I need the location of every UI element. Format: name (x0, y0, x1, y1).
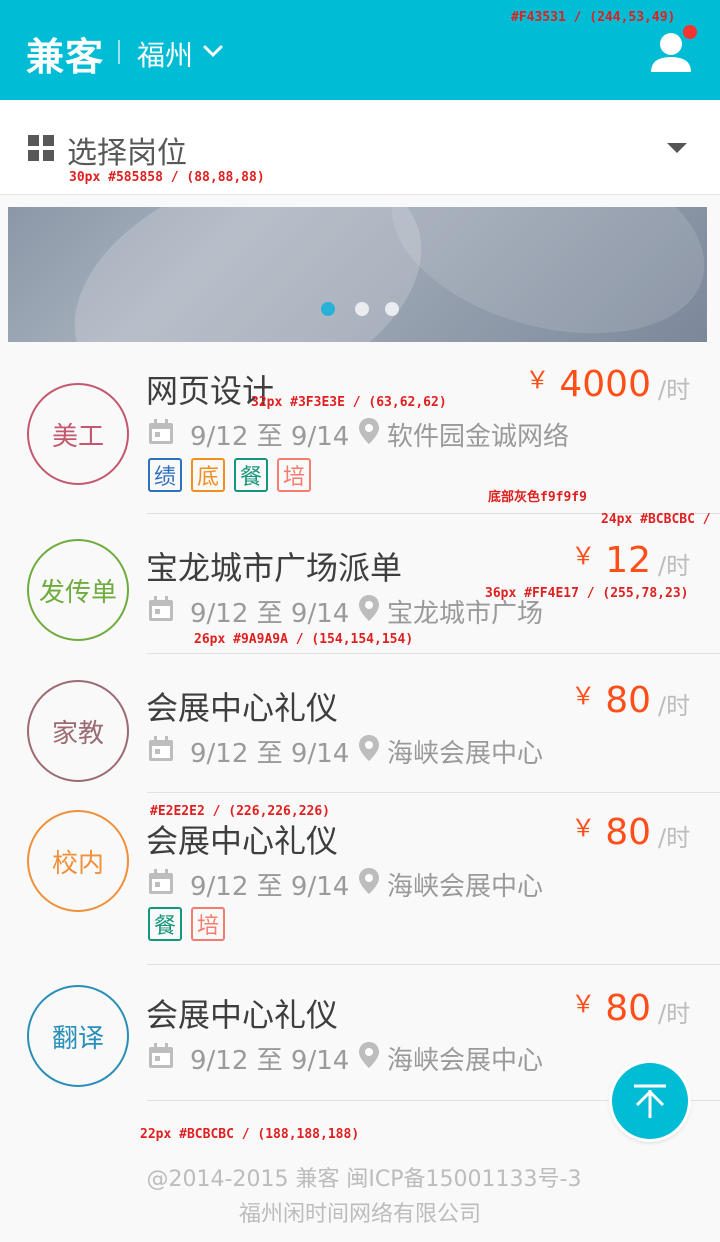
divider-spec: #E2E2E2 / (226,226,226) (150, 804, 331, 819)
footer-spec: 22px #BCBCBC / (188,188,188) (140, 1127, 360, 1142)
job-tag: 培 (277, 458, 311, 492)
price-value: 12 (605, 540, 651, 581)
arrow-up-icon (634, 1084, 666, 1118)
divider (147, 653, 720, 654)
carousel-dot[interactable] (355, 302, 369, 316)
price-value: 4000 (559, 364, 651, 405)
divider (147, 792, 720, 793)
job-title: 宝龙城市广场派单 (146, 549, 403, 587)
price-value: 80 (605, 680, 651, 721)
category-badge: 家教 (27, 680, 129, 782)
job-location: 海峡会展中心 (387, 1046, 544, 1076)
footer-copyright: @2014-2015 兼客 闽ICP备15001133号-3 (146, 1167, 582, 1192)
color-annotation: #F43531 / (244,53,49) (511, 10, 676, 25)
header-divider (118, 40, 120, 64)
banner-carousel[interactable] (8, 207, 707, 342)
job-price: ￥ 12 (571, 540, 651, 581)
selector-label: 选择岗位 (67, 136, 187, 171)
calendar-icon (149, 869, 173, 894)
job-title: 会展中心礼仪 (146, 689, 339, 727)
job-price: ￥ 80 (571, 680, 651, 721)
price-unit: /时 (658, 824, 691, 852)
city-selector[interactable]: 福州 (137, 34, 193, 74)
job-location: 软件园金诚网络 (387, 422, 570, 452)
category-badge: 校内 (27, 810, 129, 912)
selector-spec: 30px #585858 / (88,88,88) (69, 170, 265, 185)
job-title: 会展中心礼仪 (146, 822, 339, 860)
location-pin-icon (359, 735, 379, 761)
dropdown-triangle-icon[interactable] (667, 143, 687, 153)
location-pin-icon (359, 1042, 379, 1068)
carousel-dot[interactable] (385, 302, 399, 316)
job-price: ￥ 80 (571, 812, 651, 853)
job-location: 海峡会展中心 (387, 872, 544, 902)
price-spec: 36px #FF4E17 / (255,78,23) (485, 586, 689, 601)
calendar-icon (149, 596, 173, 621)
calendar-icon (149, 736, 173, 761)
price-unit: /时 (658, 552, 691, 580)
bg-spec: 底部灰色f9f9f9 (488, 490, 587, 505)
job-tag: 餐 (234, 458, 268, 492)
job-date: 9/12 至 9/14 (190, 739, 350, 769)
carousel-dot-active[interactable] (321, 302, 335, 316)
job-price: ￥ 4000 (525, 364, 651, 405)
category-badge: 发传单 (27, 539, 129, 641)
location-pin-icon (359, 418, 379, 444)
job-date: 9/12 至 9/14 (190, 599, 350, 629)
currency-symbol: ￥ (525, 366, 550, 394)
currency-symbol: ￥ (571, 814, 596, 842)
job-price: ￥ 80 (571, 988, 651, 1029)
calendar-icon (149, 1043, 173, 1068)
back-to-top-button[interactable] (612, 1063, 688, 1139)
job-title: 会展中心礼仪 (146, 996, 339, 1034)
currency-symbol: ￥ (571, 990, 596, 1018)
job-tag: 餐 (148, 907, 182, 941)
divider (147, 964, 720, 965)
notification-dot (683, 25, 697, 39)
category-badge: 翻译 (27, 985, 129, 1087)
location-pin-icon (359, 868, 379, 894)
job-tag: 底 (191, 458, 225, 492)
category-badge: 美工 (27, 383, 129, 485)
price-unit: /时 (658, 376, 691, 404)
job-tag: 培 (191, 907, 225, 941)
price-value: 80 (605, 988, 651, 1029)
chevron-down-icon[interactable] (202, 40, 224, 62)
footer-company: 福州闲时间网络有限公司 (238, 1202, 481, 1227)
price-value: 80 (605, 812, 651, 853)
job-date: 9/12 至 9/14 (190, 1046, 350, 1076)
title-spec: 32px #3F3E3E / (63,62,62) (251, 395, 447, 410)
unit-spec: 24px #BCBCBC / (601, 512, 711, 527)
job-location: 海峡会展中心 (387, 739, 544, 769)
calendar-icon (149, 419, 173, 444)
currency-symbol: ￥ (571, 682, 596, 710)
price-unit: /时 (658, 1000, 691, 1028)
app-logo[interactable]: 兼客 (26, 26, 104, 81)
meta-spec: 26px #9A9A9A / (154,154,154) (194, 632, 414, 647)
price-unit: /时 (658, 692, 691, 720)
grid-icon (28, 135, 54, 161)
job-date: 9/12 至 9/14 (190, 422, 350, 452)
job-tag: 绩 (148, 458, 182, 492)
location-pin-icon (359, 595, 379, 621)
job-date: 9/12 至 9/14 (190, 872, 350, 902)
currency-symbol: ￥ (571, 542, 596, 570)
